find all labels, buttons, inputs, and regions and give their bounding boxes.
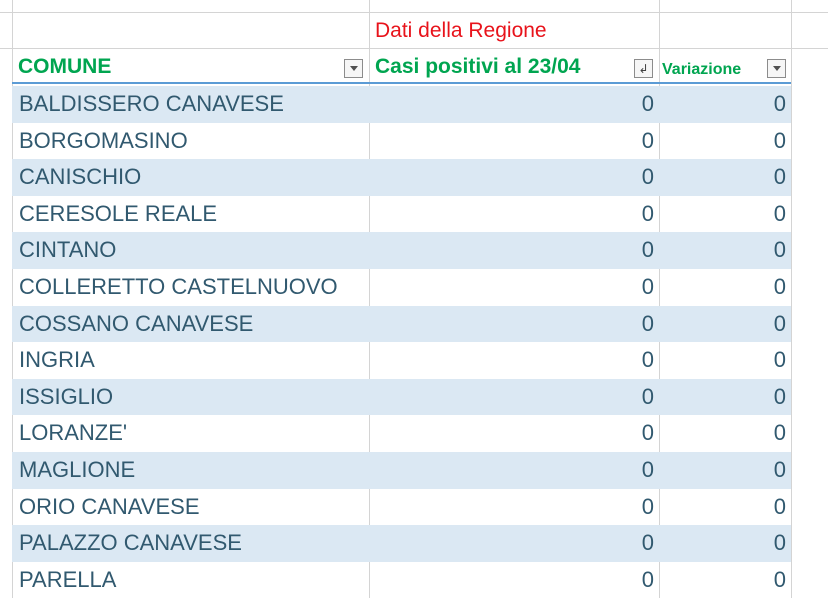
table-row[interactable]: ISSIGLIO 0 0	[12, 378, 791, 416]
cell-variazione[interactable]: 0	[661, 562, 786, 598]
table-row[interactable]: ORIO CANAVESE 0 0	[12, 489, 791, 526]
cell-casi-positivi[interactable]: 0	[370, 415, 654, 452]
cell-variazione[interactable]: 0	[661, 342, 786, 379]
cell-casi-positivi[interactable]: 0	[370, 489, 654, 526]
cell-comune[interactable]: BORGOMASINO	[19, 123, 188, 160]
cell-casi-positivi[interactable]: 0	[370, 525, 654, 562]
table-body: BALDISSERO CANAVESE 0 0 BORGOMASINO 0 0 …	[12, 86, 791, 598]
sort-filter-icon[interactable]: ↲	[634, 59, 653, 78]
cell-casi-positivi[interactable]: 0	[370, 269, 654, 306]
table-header-row: COMUNE Casi positivi al 23/04 ↲ Variazio…	[12, 50, 791, 84]
cell-variazione[interactable]: 0	[661, 159, 786, 196]
header-label-casi-positivi: Casi positivi al 23/04	[375, 55, 581, 78]
cell-variazione[interactable]: 0	[661, 489, 786, 526]
cell-variazione[interactable]: 0	[661, 452, 786, 489]
cell-casi-positivi[interactable]: 0	[370, 159, 654, 196]
cell-casi-positivi[interactable]: 0	[370, 123, 654, 160]
cell-comune[interactable]: BALDISSERO CANAVESE	[19, 86, 284, 123]
cell-comune[interactable]: ISSIGLIO	[19, 379, 113, 416]
cell-casi-positivi[interactable]: 0	[370, 342, 654, 379]
header-cell-casi-positivi[interactable]: Casi positivi al 23/04 ↲	[369, 50, 659, 84]
header-label-comune: COMUNE	[18, 55, 112, 78]
table-row[interactable]: PARELLA 0 0	[12, 562, 791, 598]
header-cell-comune[interactable]: COMUNE	[12, 50, 369, 84]
cell-variazione[interactable]: 0	[661, 86, 786, 123]
table-row[interactable]: CANISCHIO 0 0	[12, 159, 791, 196]
cell-variazione[interactable]: 0	[661, 379, 786, 416]
header-cell-variazione[interactable]: Variazione	[659, 50, 791, 84]
table-row[interactable]: INGRIA 0 0	[12, 342, 791, 379]
cell-comune[interactable]: MAGLIONE	[19, 452, 135, 489]
dropdown-arrow-icon[interactable]	[767, 59, 786, 78]
cell-comune[interactable]: LORANZE'	[19, 415, 127, 452]
cell-comune[interactable]: COSSANO CANAVESE	[19, 306, 253, 343]
table-row[interactable]: BORGOMASINO 0 0	[12, 123, 791, 160]
cell-comune[interactable]: INGRIA	[19, 342, 95, 379]
table-row[interactable]: MAGLIONE 0 0	[12, 451, 791, 489]
cell-casi-positivi[interactable]: 0	[370, 86, 654, 123]
cell-variazione[interactable]: 0	[661, 269, 786, 306]
cell-casi-positivi[interactable]: 0	[370, 379, 654, 416]
cell-comune[interactable]: CANISCHIO	[19, 159, 141, 196]
cell-variazione[interactable]: 0	[661, 232, 786, 269]
table-row[interactable]: COSSANO CANAVESE 0 0	[12, 305, 791, 343]
header-label-variazione: Variazione	[662, 61, 742, 78]
table-row[interactable]: BALDISSERO CANAVESE 0 0	[12, 86, 791, 123]
cell-casi-positivi[interactable]: 0	[370, 306, 654, 343]
cell-comune[interactable]: COLLERETTO CASTELNUOVO	[19, 269, 338, 306]
cell-variazione[interactable]: 0	[661, 196, 786, 233]
cell-variazione[interactable]: 0	[661, 525, 786, 562]
cell-comune[interactable]: ORIO CANAVESE	[19, 489, 200, 526]
dropdown-arrow-icon[interactable]	[344, 59, 363, 78]
cell-comune[interactable]: PARELLA	[19, 562, 116, 598]
gridline	[791, 0, 792, 598]
cell-comune[interactable]: PALAZZO CANAVESE	[19, 525, 242, 562]
cell-variazione[interactable]: 0	[661, 123, 786, 160]
cell-variazione[interactable]: 0	[661, 415, 786, 452]
gridline	[0, 12, 828, 13]
gridline	[0, 48, 828, 49]
table-row[interactable]: PALAZZO CANAVESE 0 0	[12, 525, 791, 562]
table-row[interactable]: COLLERETTO CASTELNUOVO 0 0	[12, 269, 791, 306]
region-data-title[interactable]: Dati della Regione	[375, 16, 547, 46]
cell-comune[interactable]: CERESOLE REALE	[19, 196, 217, 233]
cell-casi-positivi[interactable]: 0	[370, 562, 654, 598]
cell-casi-positivi[interactable]: 0	[370, 232, 654, 269]
cell-comune[interactable]: CINTANO	[19, 232, 116, 269]
cell-casi-positivi[interactable]: 0	[370, 196, 654, 233]
cell-variazione[interactable]: 0	[661, 306, 786, 343]
table-row[interactable]: LORANZE' 0 0	[12, 415, 791, 452]
table-row[interactable]: CERESOLE REALE 0 0	[12, 196, 791, 233]
cell-casi-positivi[interactable]: 0	[370, 452, 654, 489]
table-row[interactable]: CINTANO 0 0	[12, 232, 791, 269]
